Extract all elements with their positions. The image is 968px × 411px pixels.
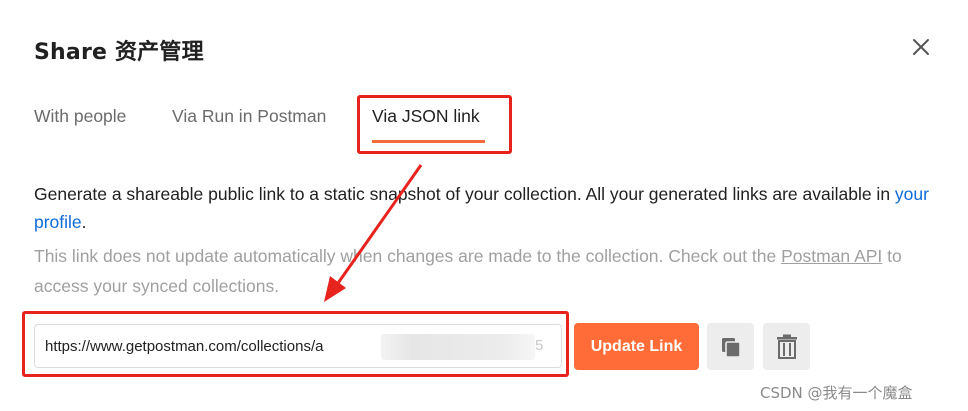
delete-link-button[interactable] [763, 323, 810, 370]
share-link-url-tail: 5 [535, 337, 544, 354]
share-dialog: Share 资产管理 With people Via Run in Postma… [0, 0, 968, 411]
share-link-url: https://www.getpostman.com/collections/a [45, 337, 324, 355]
redacted-url-segment [381, 334, 535, 360]
tab-with-people[interactable]: With people [34, 106, 126, 127]
postman-api-link[interactable]: Postman API [781, 246, 882, 266]
note-text: This link does not update automatically … [34, 241, 934, 301]
description-text: Generate a shareable public link to a st… [34, 180, 934, 236]
copy-link-button[interactable] [707, 323, 754, 370]
watermark: CSDN @我有一个魔盒 [760, 384, 913, 402]
tab-via-run-in-postman[interactable]: Via Run in Postman [172, 106, 326, 127]
tab-via-json-link[interactable]: Via JSON link [372, 106, 480, 127]
active-tab-indicator [372, 140, 485, 143]
dialog-title: Share 资产管理 [34, 40, 204, 65]
note-part: This link does not update automatically … [34, 246, 782, 266]
close-icon[interactable] [908, 34, 934, 60]
copy-icon [721, 337, 741, 358]
description-end: . [81, 212, 87, 232]
description-part: Generate a shareable public link to a st… [34, 184, 895, 204]
share-link-input[interactable]: https://www.getpostman.com/collections/a… [34, 324, 562, 368]
trash-icon [776, 334, 797, 359]
update-link-button[interactable]: Update Link [574, 323, 699, 370]
